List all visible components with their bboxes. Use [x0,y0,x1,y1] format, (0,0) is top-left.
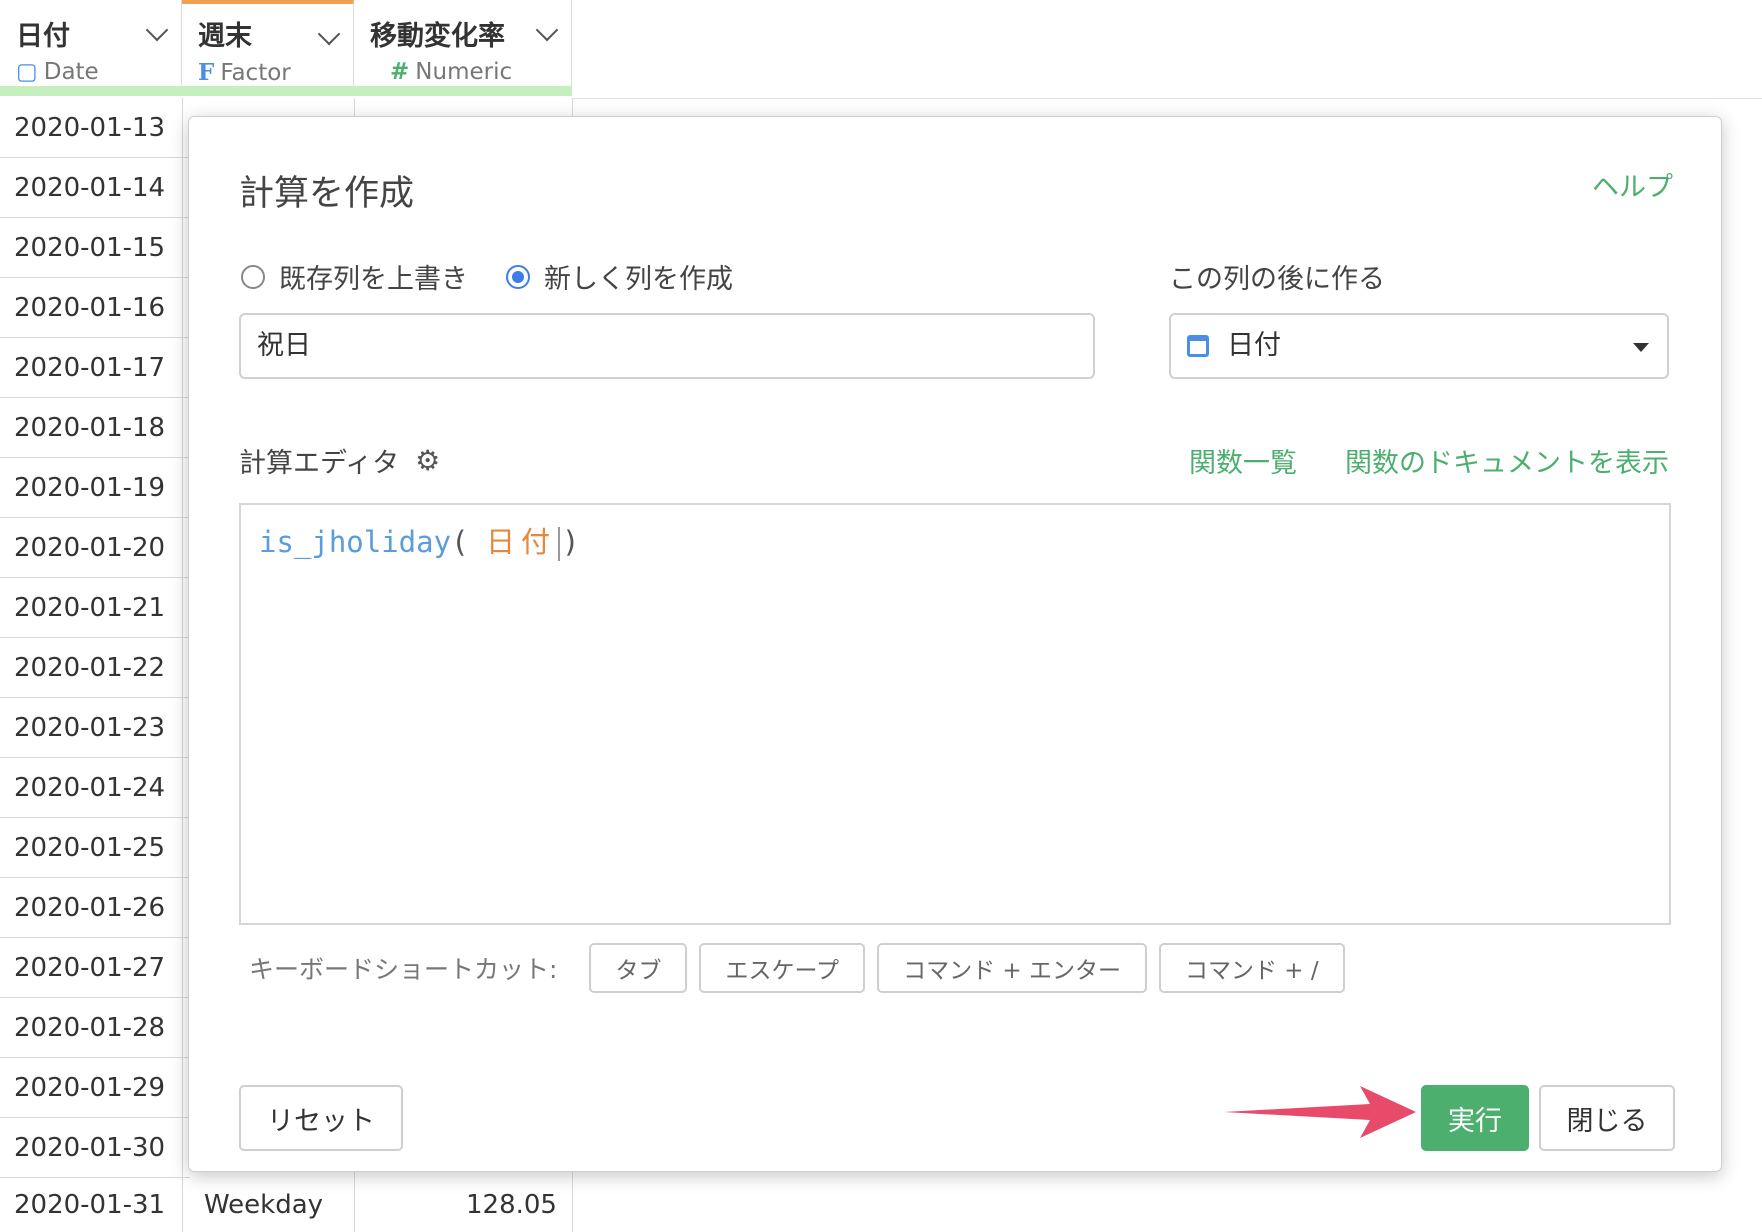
cell-rate: 128.05 [466,1190,557,1220]
gear-icon[interactable]: ⚙ [415,444,440,477]
calendar-icon: ▢ [16,59,38,85]
calendar-icon [1187,335,1209,357]
column-header-date[interactable]: 日付 ▢ Date [0,0,182,86]
dialog-title: 計算を作成 [239,174,415,214]
help-link[interactable]: ヘルプ [1592,165,1673,204]
table-row: 2020-01-20 [0,518,190,578]
table-row: 2020-01-28 [0,998,190,1058]
radio-label: 既存列を上書き [279,264,468,295]
cell-weekend: Weekday [204,1190,324,1220]
shortcut-escape: エスケープ [699,943,866,993]
factor-icon: F [198,59,215,86]
code-paren: ) [562,525,580,559]
hash-icon: # [390,59,410,85]
column-header-weekend[interactable]: 週末 F Factor [182,0,354,86]
close-button[interactable]: 閉じる [1539,1085,1675,1151]
code-function: is_jholiday [259,525,452,559]
table-row: 2020-01-17 [0,338,190,398]
code-paren: ( [451,525,469,559]
function-list-link[interactable]: 関数一覧 [1189,441,1297,480]
radio-overwrite[interactable]: 既存列を上書き [241,257,468,296]
shortcut-tab: タブ [589,943,688,993]
table-row: 2020-01-26 [0,878,190,938]
table-row: 2020-01-22 [0,638,190,698]
mode-radio-group: 既存列を上書き 新しく列を作成 [241,257,771,296]
keyboard-shortcuts: キーボードショートカット: タブ エスケープ コマンド + エンター コマンド … [249,943,1345,993]
after-column-label: この列の後に作る [1169,264,1385,295]
table-row: 2020-01-15 [0,218,190,278]
shortcut-cmd-enter: コマンド + エンター [877,943,1147,993]
radio-new-column[interactable]: 新しく列を作成 [506,257,733,296]
function-docs-link[interactable]: 関数のドキュメントを表示 [1345,441,1669,480]
table-row: 2020-01-29 [0,1058,190,1118]
reset-button[interactable]: リセット [239,1085,403,1151]
table-row: 2020-01-30 [0,1118,190,1178]
table-row: 2020-01-21 [0,578,190,638]
column-quality-bar [0,86,572,96]
divider [572,98,1762,99]
calculation-editor[interactable]: is_jholiday( 日付) [239,503,1671,925]
create-calculation-dialog: 計算を作成 ヘルプ 既存列を上書き 新しく列を作成 この列の後に作る 祝日 日付… [188,116,1722,1172]
table-row: 2020-01-19 [0,458,190,518]
text-cursor [558,527,561,561]
table-row: 2020-01-24 [0,758,190,818]
cell-date: 2020-01-31 [14,1190,166,1220]
column-header-rate[interactable]: 移動変化率 # Numeric [354,0,572,86]
run-button[interactable]: 実行 [1421,1085,1529,1151]
new-column-name-input[interactable]: 祝日 [239,313,1095,379]
column-type: Factor [220,60,291,86]
radio-label: 新しく列を作成 [544,264,733,295]
table-row: 2020-01-16 [0,278,190,338]
table-row: 2020-01-13 [0,98,190,158]
editor-label: 計算エディタ [239,448,400,479]
table-row: 2020-01-18 [0,398,190,458]
date-rows: 2020-01-13 2020-01-14 2020-01-15 2020-01-16… [0,98,190,1178]
table-row: 2020-01-25 [0,818,190,878]
divider [182,98,183,1232]
radio-button-selected[interactable] [506,264,530,289]
table-row: 2020-01-23 [0,698,190,758]
caret-down-icon [1633,343,1649,352]
code-column: 日付 [486,525,557,559]
column-type: Numeric [415,59,513,85]
selected-column: 日付 [1227,330,1281,361]
table-row: 2020-01-27 [0,938,190,998]
after-column-select[interactable]: 日付 [1169,313,1669,379]
radio-button[interactable] [241,264,265,289]
shortcut-cmd-slash: コマンド + / [1158,943,1345,993]
shortcuts-label: キーボードショートカット: [249,955,558,984]
pointer-arrow-icon [1224,1086,1416,1138]
table-row: 2020-01-31 Weekday 128.05 [0,1178,572,1232]
column-type: Date [43,59,99,85]
table-row: 2020-01-14 [0,158,190,218]
